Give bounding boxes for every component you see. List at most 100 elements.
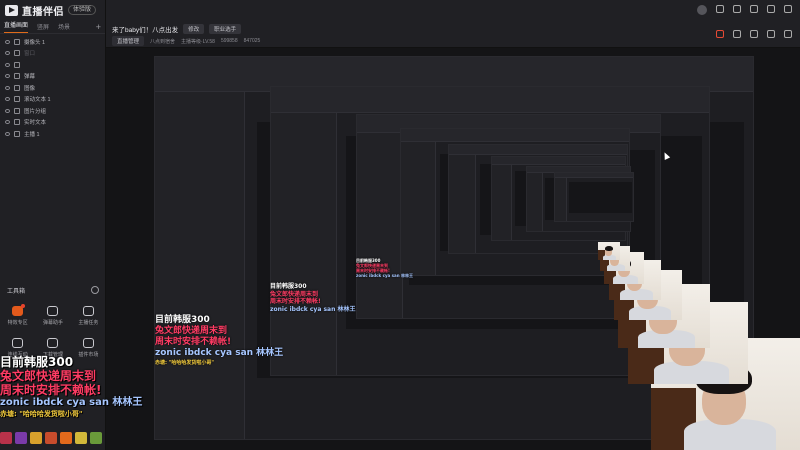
nested-chat-2-line1: 目前韩服300	[270, 283, 307, 290]
tool-item[interactable]: 主播任务	[71, 306, 106, 326]
meta-chip-2: 八点到宿舍	[150, 38, 176, 45]
visibility-eye-icon[interactable]	[5, 108, 10, 113]
chat-line-1: 目前韩服300	[0, 355, 74, 369]
lock-icon[interactable]	[14, 119, 20, 126]
toolbox-grid: 特效专区 弹幕助手 主播任务 连线互动 下载管理 插件市场	[0, 304, 106, 358]
top-bar: 来了baby们！八点出发 修改 职业选手 直播管理 八点到宿舍 主播等级·LV.…	[106, 0, 800, 48]
tab-live-screen[interactable]: 直播画面	[4, 21, 29, 33]
source-label: 窗口	[24, 51, 36, 58]
source-item[interactable]: 图像	[0, 82, 105, 94]
nested-chat-3: 目前韩服300 兔文郎快递周末到 周末时安排不赖帐! zonic ibdck c…	[356, 258, 413, 278]
room-title: 来了baby们！八点出发	[112, 27, 179, 34]
tab-vertical[interactable]: 竖屏	[37, 22, 49, 31]
menu-icon[interactable]	[750, 5, 758, 13]
tool-label: 主播任务	[78, 320, 99, 326]
lock-icon[interactable]	[14, 84, 20, 91]
source-item[interactable]: 图片分组	[0, 105, 105, 117]
edition-badge: 体验版	[68, 5, 97, 15]
window-controls	[697, 5, 792, 15]
edit-title-button[interactable]: 修改	[183, 24, 205, 34]
visibility-eye-icon[interactable]	[5, 39, 10, 44]
chat-line-2: 兔文郎快递周末到	[0, 369, 97, 383]
tab-scene[interactable]: 场景	[58, 22, 70, 31]
tool-label: 特效专区	[7, 320, 28, 326]
viewer-count: 599858	[220, 38, 238, 44]
visibility-eye-icon[interactable]	[5, 85, 10, 90]
copy-icon[interactable]	[750, 30, 758, 38]
source-label: 弹幕	[24, 74, 36, 81]
tool-item[interactable]: 特效专区	[0, 304, 35, 326]
toolbox-settings-icon[interactable]	[91, 286, 99, 294]
scene-tabs: 直播画面 竖屏 场景 +	[0, 20, 105, 34]
nested-topbar	[449, 145, 627, 155]
tool-icon	[12, 338, 24, 348]
source-item[interactable]: 实时文本	[0, 117, 105, 129]
tool-icon	[47, 306, 59, 316]
app-name: 直播伴侣	[22, 6, 64, 18]
nested-chat-1-line1: 目前韩服300	[155, 315, 210, 325]
app-logo-icon	[5, 4, 18, 16]
lock-icon[interactable]	[14, 50, 20, 57]
nested-chat-3-line4: zonic ibdck cya san 林林王	[356, 273, 413, 278]
gift-icon	[75, 432, 87, 444]
visibility-eye-icon[interactable]	[5, 51, 10, 56]
room-meta: 直播管理 八点到宿舍 主播等级·LV.58 599858 847025	[112, 36, 260, 46]
source-item[interactable]	[0, 59, 105, 71]
source-item[interactable]: 弹幕	[0, 71, 105, 83]
tool-icon	[82, 338, 94, 348]
nested-sidebar	[527, 172, 543, 231]
nested-topbar	[492, 157, 625, 165]
chat-line-3: 周末时安排不赖帐!	[0, 383, 102, 397]
gift-icon	[90, 432, 102, 444]
source-item[interactable]: 摄像头 1	[0, 36, 105, 48]
nested-chat-2: 目前韩服300 兔文郎快递周末到 周末时安排不赖帐! zonic ibdck c…	[270, 283, 355, 313]
user-avatar[interactable]	[697, 5, 707, 15]
record-icon[interactable]	[716, 30, 724, 38]
live-manage-chip[interactable]: 直播管理	[112, 36, 145, 46]
add-scene-icon[interactable]: +	[96, 22, 101, 32]
visibility-eye-icon[interactable]	[5, 131, 10, 136]
visibility-eye-icon[interactable]	[5, 120, 10, 125]
lock-icon[interactable]	[14, 107, 20, 114]
tool-label: 弹幕助手	[42, 320, 63, 326]
gift-icons-row	[0, 432, 102, 444]
close-icon[interactable]	[784, 5, 792, 13]
lock-icon[interactable]	[14, 61, 20, 68]
source-label: 摄像头 1	[24, 39, 46, 46]
source-label: 图像	[24, 85, 36, 92]
lock-icon[interactable]	[14, 130, 20, 137]
nested-canvas	[568, 181, 632, 213]
tool-icon	[47, 338, 59, 348]
source-label: 实时文本	[24, 120, 47, 127]
source-item[interactable]: 主播 1	[0, 128, 105, 140]
home-icon[interactable]	[767, 30, 775, 38]
visibility-eye-icon[interactable]	[5, 62, 10, 67]
tool-item[interactable]: 弹幕助手	[35, 306, 70, 326]
source-item[interactable]: 窗口	[0, 48, 105, 60]
anchor-level: 主播等级·LV.58	[181, 38, 215, 45]
notification-dot	[21, 304, 26, 308]
lock-icon[interactable]	[14, 73, 20, 80]
visibility-eye-icon[interactable]	[5, 74, 10, 79]
category-chip[interactable]: 职业选手	[209, 24, 242, 34]
lock-icon[interactable]	[14, 38, 20, 45]
lock-icon[interactable]	[14, 96, 20, 103]
visibility-eye-icon[interactable]	[5, 97, 10, 102]
gift-icon	[15, 432, 27, 444]
toolbox-title: 工具箱	[7, 289, 26, 295]
nested-chat-1-line3: 周末时安排不赖帐!	[155, 337, 232, 347]
lock-icon[interactable]	[733, 30, 741, 38]
message-icon[interactable]	[716, 5, 724, 13]
nested-frame	[554, 172, 634, 222]
source-list: 摄像头 1 窗口弹幕图像滚动文本 1 图片分组实时文本 主播 1	[0, 34, 105, 140]
minimize-icon[interactable]	[767, 5, 775, 13]
source-item[interactable]: 滚动文本 1	[0, 94, 105, 106]
danmaku-overlay: 目前韩服300 兔文郎快递周末到 周末时安排不赖帐! zonic ibdck c…	[0, 355, 280, 419]
nested-sidebar	[449, 154, 476, 253]
nested-sidebar	[401, 142, 436, 275]
share-icon[interactable]	[784, 30, 792, 38]
chat-line-5: 赤塘: "哈哈哈发货啦小哥"	[0, 410, 83, 418]
settings-icon[interactable]	[733, 5, 741, 13]
gift-icon	[0, 432, 12, 444]
nested-chat-2-line2: 兔文郎快递周末到	[270, 290, 319, 298]
